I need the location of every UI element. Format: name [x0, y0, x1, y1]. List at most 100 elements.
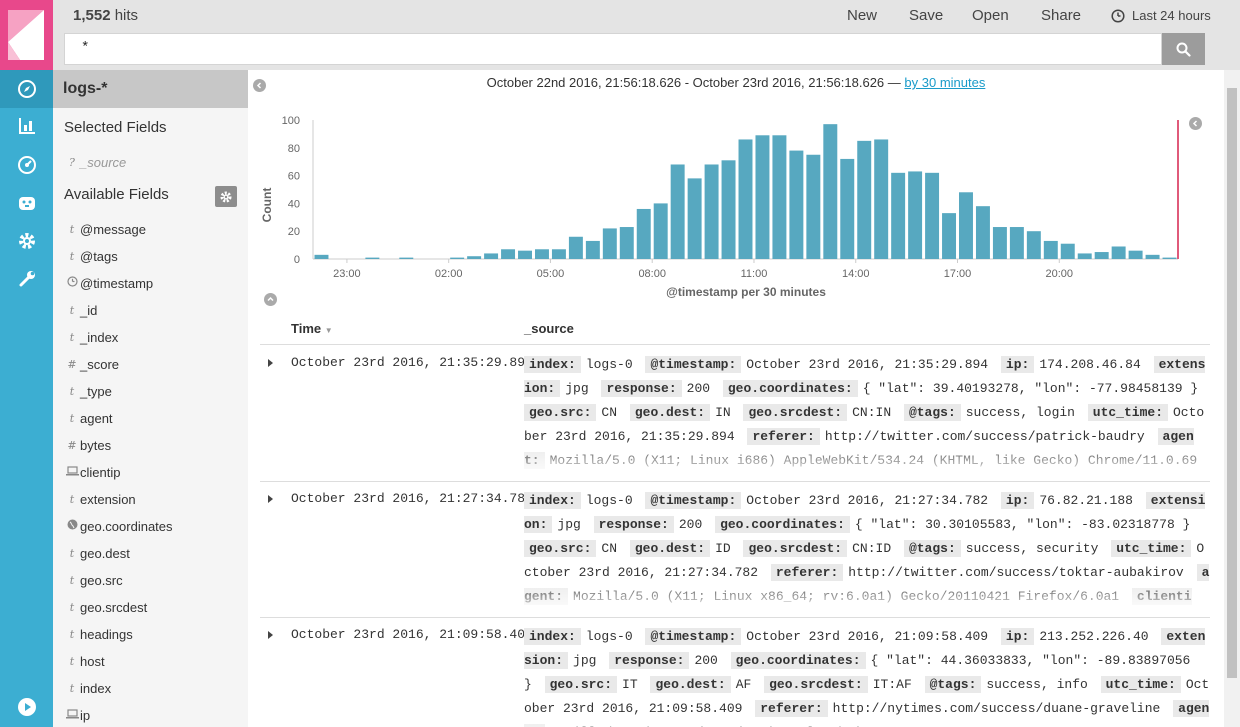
histogram-bar[interactable]	[585, 240, 600, 259]
row-truncate-fade	[524, 721, 1210, 727]
histogram-bar[interactable]	[636, 208, 651, 259]
histogram-bar[interactable]	[602, 228, 617, 259]
field-item[interactable]: t extension	[64, 489, 136, 509]
histogram-bar[interactable]	[687, 178, 702, 259]
open-button[interactable]: Open	[972, 7, 1009, 24]
timelion-icon[interactable]	[0, 184, 53, 222]
histogram-bar[interactable]	[840, 158, 855, 259]
dev-tools-wrench-icon[interactable]	[0, 260, 53, 298]
search-button[interactable]	[1162, 33, 1205, 65]
string-type-icon: t	[69, 411, 75, 425]
field-item[interactable]: t _id	[64, 300, 98, 320]
field-item[interactable]: clientip	[64, 462, 120, 482]
field-item[interactable]: geo.coordinates	[64, 516, 173, 536]
new-button[interactable]: New	[847, 7, 877, 24]
histogram-bar[interactable]	[1162, 257, 1177, 259]
kibana-logo[interactable]	[0, 0, 53, 70]
histogram-bar[interactable]	[314, 254, 329, 259]
histogram-bar[interactable]	[1128, 250, 1143, 259]
histogram-bar[interactable]	[1043, 240, 1058, 259]
histogram-bar[interactable]	[467, 256, 482, 259]
collapse-sidebar-icon[interactable]	[253, 79, 266, 92]
histogram-bar[interactable]	[1077, 253, 1092, 259]
histogram-bar[interactable]	[1009, 227, 1024, 259]
expand-row-caret-icon[interactable]	[268, 359, 273, 367]
histogram-bar[interactable]	[1094, 252, 1109, 259]
field-item[interactable]: # _score	[64, 354, 119, 374]
expand-row-caret-icon[interactable]	[268, 495, 273, 503]
histogram-bar[interactable]	[534, 249, 549, 259]
histogram-bar[interactable]	[942, 213, 957, 259]
histogram-bar[interactable]	[704, 164, 719, 259]
visualize-icon[interactable]	[0, 107, 53, 145]
time-picker[interactable]: Last 24 hours	[1111, 8, 1211, 23]
field-item[interactable]: t geo.srcdest	[64, 597, 147, 617]
expand-row-caret-icon[interactable]	[268, 631, 273, 639]
histogram-bar[interactable]	[925, 172, 940, 259]
table-row[interactable]: October 23rd 2016, 21:27:34.782 index: log…	[260, 483, 1210, 618]
table-row[interactable]: October 23rd 2016, 21:35:29.894 index: log…	[260, 347, 1210, 482]
interval-link[interactable]: by 30 minutes	[904, 75, 985, 90]
histogram-bar[interactable]	[518, 250, 532, 259]
histogram-bar[interactable]	[908, 171, 923, 259]
field-item[interactable]: t geo.src	[64, 570, 123, 590]
discover-icon[interactable]	[0, 70, 53, 108]
histogram-bar[interactable]	[755, 135, 770, 259]
histogram-bar[interactable]	[365, 257, 380, 259]
field-item[interactable]: t _type	[64, 381, 112, 401]
settings-gear-icon[interactable]	[0, 222, 53, 260]
histogram-bar[interactable]	[975, 206, 990, 259]
dashboard-icon[interactable]	[0, 146, 53, 184]
source-field-value: logs-0	[585, 357, 633, 372]
collapse-nav-icon[interactable]	[0, 688, 53, 726]
field-item[interactable]: ip	[64, 705, 90, 725]
index-pattern-selector[interactable]: logs-*	[53, 70, 248, 108]
field-item[interactable]: t headings	[64, 624, 133, 644]
field-item[interactable]: # bytes	[64, 435, 111, 455]
scrollbar-thumb[interactable]	[1227, 88, 1237, 678]
histogram-bar[interactable]	[653, 203, 668, 259]
histogram-bar[interactable]	[992, 227, 1007, 259]
source-field-key: geo.coordinates:	[730, 652, 866, 669]
histogram-bar[interactable]	[1026, 231, 1041, 259]
share-button[interactable]: Share	[1041, 7, 1081, 24]
field-item[interactable]: t geo.dest	[64, 543, 130, 563]
histogram-bar[interactable]	[670, 164, 685, 259]
histogram-bar[interactable]	[501, 249, 516, 259]
page-scrollbar[interactable]	[1224, 70, 1240, 727]
histogram-bar[interactable]	[484, 253, 499, 259]
histogram-bar[interactable]	[1145, 254, 1160, 259]
field-item[interactable]: @timestamp	[64, 273, 153, 293]
histogram-bar[interactable]	[891, 172, 906, 259]
histogram-bar[interactable]	[568, 236, 583, 259]
field-item[interactable]: t agent	[64, 408, 113, 428]
field-item[interactable]: t host	[64, 651, 105, 671]
histogram-bar[interactable]	[721, 160, 736, 259]
histogram-bar[interactable]	[450, 257, 465, 259]
field-item[interactable]: t @tags	[64, 246, 118, 266]
save-button[interactable]: Save	[909, 7, 943, 24]
sort-caret-icon: ▼	[324, 326, 333, 335]
field-item[interactable]: t _index	[64, 327, 119, 347]
histogram-bar[interactable]	[959, 192, 973, 259]
histogram-bar[interactable]	[619, 227, 634, 259]
histogram-bar[interactable]	[399, 257, 414, 259]
field-item[interactable]: ? _source	[64, 152, 126, 172]
histogram-bar[interactable]	[874, 139, 889, 259]
histogram-bar[interactable]	[806, 154, 821, 259]
string-type-icon: t	[69, 627, 75, 641]
search-input[interactable]: *	[64, 33, 1162, 65]
histogram-bar[interactable]	[823, 124, 838, 259]
time-column-header[interactable]: Time ▼	[291, 321, 333, 336]
histogram-bar[interactable]	[738, 139, 753, 259]
field-item[interactable]: t @message	[64, 219, 146, 239]
field-settings-button[interactable]	[215, 186, 237, 207]
histogram-bar[interactable]	[551, 249, 566, 259]
histogram-bar[interactable]	[857, 140, 872, 259]
histogram-bar[interactable]	[772, 135, 787, 259]
histogram-bar[interactable]	[1111, 246, 1126, 259]
field-item[interactable]: t index	[64, 678, 111, 698]
table-row[interactable]: October 23rd 2016, 21:09:58.409 index: log…	[260, 619, 1210, 727]
histogram-bar[interactable]	[789, 150, 804, 259]
histogram-bar[interactable]	[1060, 243, 1075, 259]
